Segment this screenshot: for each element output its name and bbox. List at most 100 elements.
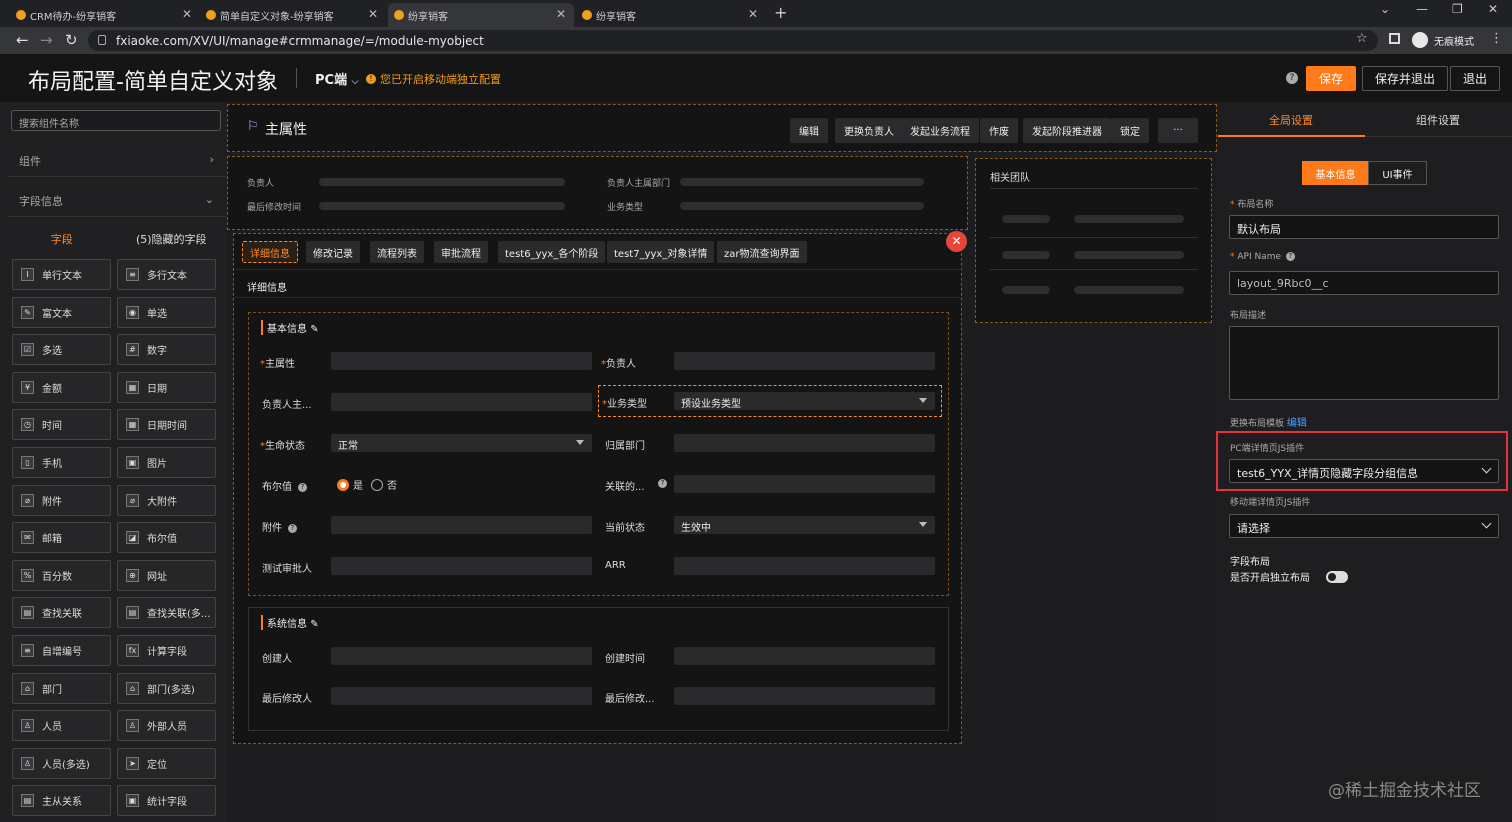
component-search-input[interactable]: 搜索组件名称 xyxy=(11,110,221,131)
biz-type-select[interactable]: 预设业务类型 xyxy=(674,392,935,410)
independent-layout-toggle[interactable] xyxy=(1326,571,1348,583)
field-type-item[interactable]: ♙ 人员 xyxy=(12,710,111,742)
browser-tab-active[interactable]: 纷享销客 ✕ xyxy=(388,3,574,27)
close-tab-icon[interactable]: ✕ xyxy=(368,7,378,21)
field-type-item[interactable]: ☑ 多选 xyxy=(12,334,111,366)
bookmark-star-icon[interactable]: ☆ xyxy=(1356,31,1368,46)
tab-logistics[interactable]: zar物流查询界面 xyxy=(717,241,807,263)
main-attr-input[interactable] xyxy=(331,352,592,370)
related-team-component[interactable]: 相关团队 xyxy=(975,158,1212,323)
more-button[interactable]: ··· xyxy=(1158,118,1198,143)
field-type-item[interactable]: ◪ 布尔值 xyxy=(117,522,216,554)
owner-input[interactable] xyxy=(674,352,935,370)
field-type-item[interactable]: ▦ 日期时间 xyxy=(117,409,216,441)
field-type-item[interactable]: ≡ 自增编号 xyxy=(12,635,111,666)
field-type-item[interactable]: ⌂ 部门(多选) xyxy=(117,672,216,704)
remove-component-icon[interactable]: ✕ xyxy=(946,231,967,252)
template-edit-link[interactable]: 编辑 xyxy=(1287,418,1307,429)
layout-name-input[interactable]: 默认布局 xyxy=(1229,215,1499,239)
seg-basic-info[interactable]: 基本信息 xyxy=(1302,161,1369,185)
browser-tab-4[interactable]: 纷享销客 ✕ xyxy=(576,3,766,27)
field-type-item[interactable]: fx 计算字段 xyxy=(117,635,216,666)
creator-input[interactable] xyxy=(331,647,592,665)
field-type-item[interactable]: ✎ 富文本 xyxy=(12,296,111,328)
stage-button[interactable]: 发起阶段推进器 xyxy=(1023,118,1111,143)
owner-dept-input[interactable] xyxy=(331,393,592,411)
field-type-item[interactable]: ◷ 时间 xyxy=(12,409,111,441)
field-type-item[interactable]: I 单行文本 xyxy=(12,259,111,290)
field-type-item[interactable]: ▣ 统计字段 xyxy=(117,785,216,817)
device-selector[interactable]: PC端 ⌵ xyxy=(315,69,358,88)
change-owner-button[interactable]: 更换负责人 xyxy=(835,118,903,143)
tab-process-list[interactable]: 流程列表 xyxy=(370,241,424,263)
field-type-item[interactable]: ▦ 日期 xyxy=(117,371,216,403)
summary-component[interactable]: 负责人 负责人主属部门 最后修改时间 业务类型 xyxy=(227,156,968,230)
edit-button[interactable]: 编辑 xyxy=(790,118,828,143)
restore-icon[interactable]: ❐ xyxy=(1452,2,1463,16)
tab-component-settings[interactable]: 组件设置 xyxy=(1416,112,1460,128)
exit-button[interactable]: 退出 xyxy=(1450,66,1501,91)
field-type-item[interactable]: ⌀ 附件 xyxy=(12,484,111,516)
basic-info-group[interactable]: 基本信息 ✎ *主属性 *负责人 负责人主... *业务类型 预设业务类型 *生… xyxy=(248,312,949,596)
lifecycle-select[interactable]: 正常 xyxy=(331,434,592,452)
minimize-icon[interactable]: — xyxy=(1416,2,1428,16)
tab-hidden-fields[interactable]: (5)隐藏的字段 xyxy=(117,222,227,252)
tab-approval[interactable]: 审批流程 xyxy=(434,241,488,263)
lock-button[interactable]: 锁定 xyxy=(1111,118,1149,143)
void-button[interactable]: 作废 xyxy=(980,118,1018,143)
tab-global-settings[interactable]: 全局设置 xyxy=(1269,112,1313,128)
section-field-info[interactable]: 字段信息 ⌄ xyxy=(7,181,226,217)
created-time-input[interactable] xyxy=(674,647,935,665)
arr-input[interactable] xyxy=(674,557,935,575)
save-exit-button[interactable]: 保存并退出 xyxy=(1362,66,1449,91)
modifier-input[interactable] xyxy=(331,687,592,705)
tab-test6-stages[interactable]: test6_yyx_各个阶段 xyxy=(498,241,606,263)
related-input[interactable] xyxy=(674,475,935,493)
close-window-icon[interactable]: ✕ xyxy=(1488,2,1498,16)
edit-pencil-icon[interactable]: ✎ xyxy=(310,619,318,630)
field-type-item[interactable]: ▤ 主从关系 xyxy=(12,785,111,817)
current-status-select[interactable]: 生效中 xyxy=(674,516,935,534)
field-type-item[interactable]: ▯ 手机 xyxy=(12,447,111,478)
field-type-item[interactable]: ≡ 多行文本 xyxy=(117,259,216,290)
tab-detail-info[interactable]: 详细信息 xyxy=(242,241,298,263)
radio-no[interactable]: 否 xyxy=(371,477,397,492)
field-type-item[interactable]: ▤ 查找关联 xyxy=(12,597,111,629)
side-panel-icon[interactable] xyxy=(1389,33,1400,44)
field-type-item[interactable]: ▤ 查找关联(多... xyxy=(117,597,216,629)
field-type-item[interactable]: ♙ 人员(多选) xyxy=(12,747,111,779)
back-icon[interactable]: ← xyxy=(16,31,29,49)
biz-type-field-selected[interactable]: *业务类型 预设业务类型 xyxy=(598,385,942,417)
system-info-group[interactable]: 系统信息 ✎ 创建人 创建时间 最后修改人 最后修改... xyxy=(248,607,949,731)
seg-ui-events[interactable]: UI事件 xyxy=(1368,161,1427,185)
field-type-item[interactable]: ⊕ 网址 xyxy=(117,559,216,591)
browser-tab-crm[interactable]: CRM待办-纷享销客 ✕ xyxy=(10,3,200,27)
field-type-item[interactable]: ⌂ 部门 xyxy=(12,672,111,704)
incognito-badge[interactable]: 无痕模式 xyxy=(1412,32,1474,48)
close-tab-icon[interactable]: ✕ xyxy=(182,7,192,21)
tab-test7-detail[interactable]: test7_yyx_对象详情 xyxy=(607,241,715,263)
belong-dept-input[interactable] xyxy=(674,434,935,452)
close-tab-icon[interactable]: ✕ xyxy=(748,7,758,21)
field-type-item[interactable]: # 数字 xyxy=(117,334,216,366)
tab-search-icon[interactable]: ⌄ xyxy=(1380,2,1390,16)
field-type-item[interactable]: ▣ 图片 xyxy=(117,447,216,478)
reload-icon[interactable]: ↻ xyxy=(65,31,78,49)
field-type-item[interactable]: ➤ 定位 xyxy=(117,747,216,779)
browser-tab-object[interactable]: 简单自定义对象-纷享销客 ✕ xyxy=(200,3,386,27)
layout-desc-textarea[interactable] xyxy=(1229,326,1499,400)
attachment-input[interactable] xyxy=(331,516,592,534)
field-type-item[interactable]: % 百分数 xyxy=(12,559,111,591)
main-header-component[interactable]: ⚐ 主属性 编辑 更换负责人 发起业务流程 作废 发起阶段推进器 锁定 ··· xyxy=(227,104,1217,152)
url-field[interactable]: fxiaoke.com/XV/UI/manage#crmmanage/=/mod… xyxy=(88,30,1378,51)
radio-yes[interactable]: 是 xyxy=(337,477,363,492)
mobile-plugin-select[interactable]: 请选择 xyxy=(1229,514,1499,538)
tab-fields[interactable]: 字段 xyxy=(7,222,117,252)
save-button[interactable]: 保存 xyxy=(1306,66,1357,91)
browser-menu-icon[interactable]: ⋮ xyxy=(1490,31,1503,46)
field-type-item[interactable]: ¥ 金额 xyxy=(12,371,111,403)
field-type-item[interactable]: ♙ 外部人员 xyxy=(117,710,216,742)
section-components[interactable]: 组件 › xyxy=(7,141,226,177)
edit-pencil-icon[interactable]: ✎ xyxy=(310,324,318,335)
help-icon[interactable]: ? xyxy=(1286,72,1298,84)
